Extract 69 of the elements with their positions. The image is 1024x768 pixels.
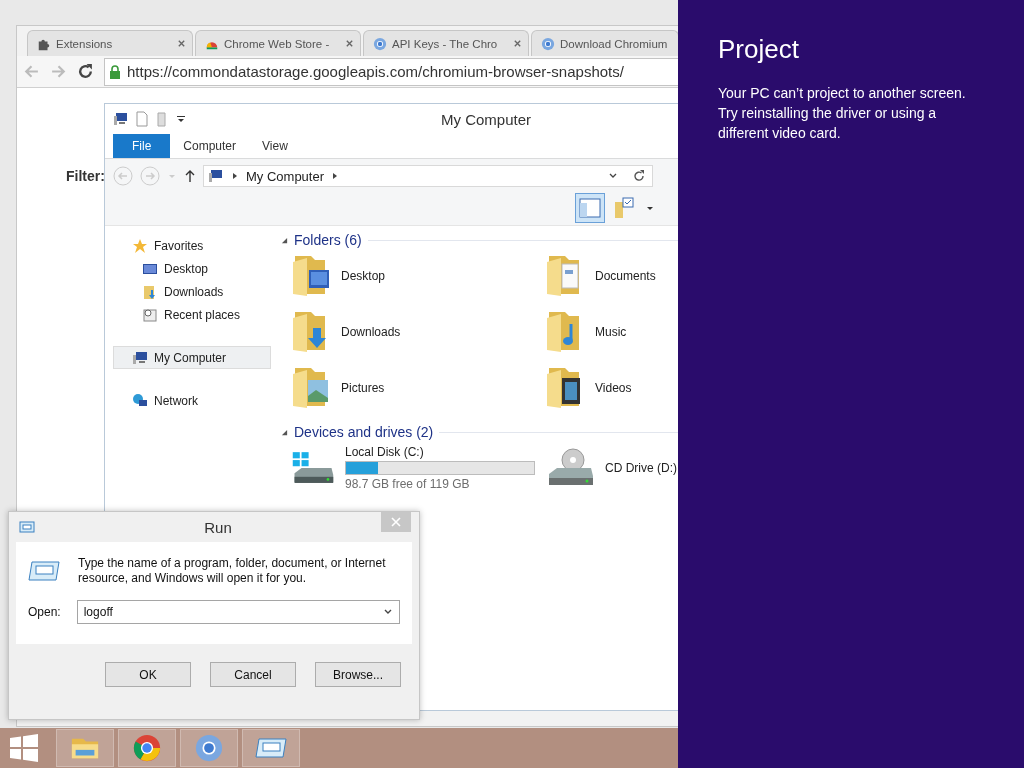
run-icon xyxy=(19,521,35,533)
folder-name: Music xyxy=(595,325,627,339)
chromium-icon[interactable] xyxy=(180,729,238,767)
computer-icon xyxy=(113,111,129,127)
browser-tab[interactable]: Chrome Web Store - xyxy=(195,30,361,56)
tab-title: Download Chromium xyxy=(560,37,669,50)
tab-title: Extensions xyxy=(56,37,114,50)
collapse-icon[interactable] xyxy=(281,428,288,436)
tab-title: Chrome Web Store - xyxy=(224,37,331,50)
free-space-label: 98.7 GB free of 119 GB xyxy=(345,477,471,491)
properties-icon[interactable] xyxy=(134,111,150,127)
close-icon[interactable] xyxy=(513,39,522,48)
group-header: Devices and drives (2) xyxy=(294,424,434,440)
browser-tab[interactable]: Extensions xyxy=(27,30,193,56)
nav-item[interactable]: Favorites xyxy=(113,234,271,257)
dialog-button[interactable]: OK xyxy=(105,662,191,687)
nav-item[interactable]: Desktop xyxy=(113,257,271,280)
recent-places-icon xyxy=(142,306,158,323)
window-title: Run xyxy=(203,518,233,536)
star-icon xyxy=(132,237,148,254)
dialog-button[interactable]: Browse... xyxy=(315,662,401,687)
browser-tab[interactable]: API Keys - The Chro xyxy=(363,30,529,56)
window-title: My Computer xyxy=(441,110,532,128)
open-field[interactable]: logoff xyxy=(76,600,400,624)
folder-name: Downloads xyxy=(341,325,401,339)
chromium-icon xyxy=(541,36,555,51)
nav-item[interactable]: Network xyxy=(113,389,271,412)
drive-name: Local Disk (C:) xyxy=(345,445,425,459)
dialog-button[interactable]: Cancel xyxy=(210,662,296,687)
run-icon[interactable] xyxy=(242,729,300,767)
nav-item[interactable]: Recent places xyxy=(113,303,271,326)
nav-item[interactable]: Downloads xyxy=(113,280,271,303)
chrome-icon[interactable] xyxy=(118,729,176,767)
lock-icon xyxy=(109,64,121,79)
folder-icon[interactable] xyxy=(291,254,331,298)
dropdown-icon[interactable] xyxy=(176,114,186,124)
up-arrow-icon[interactable] xyxy=(184,169,196,183)
drive-name: CD Drive (D:) xyxy=(605,461,677,475)
computer-icon xyxy=(132,349,148,366)
folder-name: Videos xyxy=(595,381,632,395)
run-icon xyxy=(28,559,60,583)
panel-message: Your PC can’t project to another screen. Try reinstalling the driver or using a different video card. xyxy=(718,84,967,143)
browser-tab[interactable]: Download Chromium xyxy=(531,30,678,56)
computer-icon xyxy=(208,168,224,184)
collapse-icon[interactable] xyxy=(281,236,288,244)
folder-name: Documents xyxy=(595,269,656,283)
filter-label: Filter: xyxy=(66,168,105,184)
instruction-text: Type the name of a program, folder, document, or Internet resource, and Windows will open it for you. xyxy=(78,556,387,586)
chromium-icon xyxy=(373,36,387,51)
open-label: Open: xyxy=(28,605,61,619)
group-header: Folders (6) xyxy=(294,232,362,248)
refresh-icon[interactable] xyxy=(632,169,646,183)
ribbon-tab[interactable]: Computer xyxy=(170,134,250,158)
network-icon xyxy=(132,392,148,409)
download-folder-icon xyxy=(142,283,158,300)
folder-name: Desktop xyxy=(341,269,386,283)
reload-icon[interactable] xyxy=(77,63,94,80)
close-icon[interactable] xyxy=(177,39,186,48)
tab-title: API Keys - The Chro xyxy=(392,37,499,50)
close-icon[interactable] xyxy=(345,39,354,48)
address-field[interactable]: https://commondatastorage.googleapis.com/chromium-browser-snapshots/ xyxy=(104,57,678,86)
folder-check-icon[interactable] xyxy=(613,196,637,220)
address-bar[interactable]: My Computer xyxy=(203,165,653,187)
windows-start-icon[interactable] xyxy=(10,734,38,762)
panel-title: Project xyxy=(718,34,800,65)
folder-name: Pictures xyxy=(341,381,385,395)
ribbon-tab[interactable]: View xyxy=(249,134,301,158)
nav-item[interactable]: My Computer xyxy=(113,346,271,369)
preview-pane-icon[interactable] xyxy=(575,193,605,223)
